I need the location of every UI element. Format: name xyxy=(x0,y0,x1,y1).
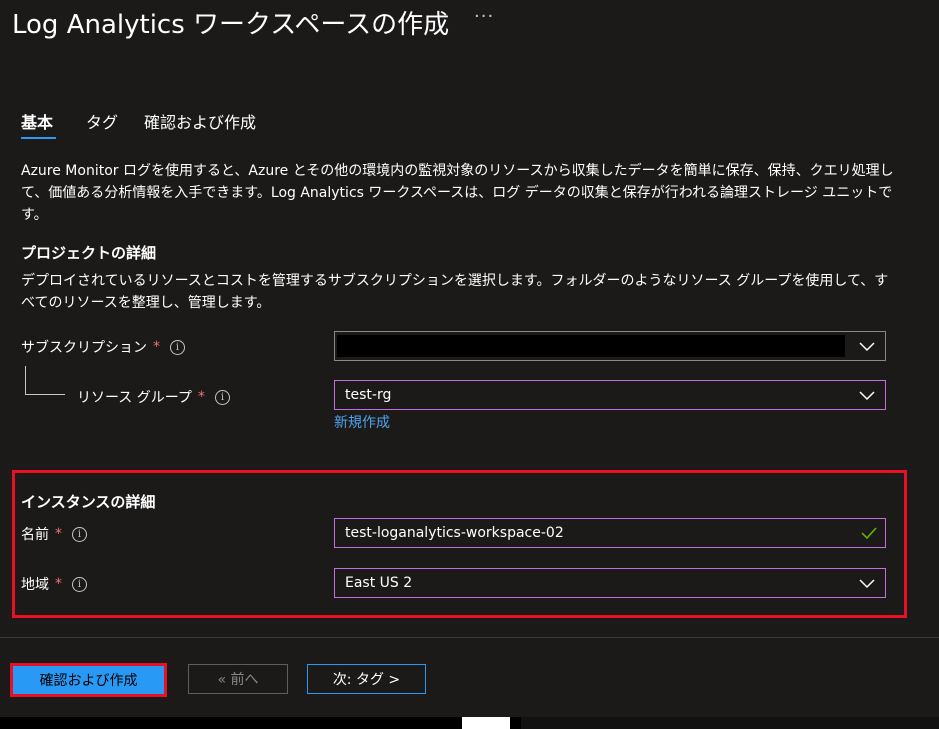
review-create-button[interactable]: 確認および作成 xyxy=(10,663,167,697)
subscription-label: サブスクリプション * i xyxy=(21,337,185,357)
page: Log Analytics ワークスペースの作成 ··· 基本 タグ 確認および… xyxy=(0,0,939,729)
subscription-select[interactable] xyxy=(334,331,886,361)
chevron-down-icon xyxy=(859,579,875,589)
region-label: 地域 * i xyxy=(21,574,87,594)
check-icon xyxy=(861,527,877,540)
resource-group-value: test-rg xyxy=(345,387,392,403)
chevron-down-icon xyxy=(859,391,875,401)
tree-connector-vertical xyxy=(25,366,26,394)
resource-group-select[interactable]: test-rg xyxy=(334,380,886,410)
required-marker: * xyxy=(55,526,62,542)
resource-group-label: リソース グループ * i xyxy=(77,387,230,407)
intro-description: Azure Monitor ログを使用すると、Azure とその他の環境内の監視… xyxy=(21,163,894,223)
taskbar-area xyxy=(521,717,939,729)
chevron-down-icon xyxy=(859,342,875,352)
region-value: East US 2 xyxy=(345,575,413,591)
page-title: Log Analytics ワークスペースの作成 xyxy=(12,10,450,40)
info-icon[interactable]: i xyxy=(72,526,87,542)
more-options-icon[interactable]: ··· xyxy=(474,6,494,27)
create-new-resource-group-link[interactable]: 新規作成 xyxy=(334,412,390,432)
info-icon[interactable]: i xyxy=(214,389,230,405)
next-button[interactable]: 次: タグ > xyxy=(307,664,426,694)
workspace-name-value: test-loganalytics-workspace-02 xyxy=(345,525,564,541)
subscription-label-text: サブスクリプション xyxy=(21,340,147,356)
info-icon[interactable]: i xyxy=(170,339,185,355)
required-marker: * xyxy=(153,339,160,355)
resource-group-label-text: リソース グループ xyxy=(77,390,192,406)
tab-tags[interactable]: タグ xyxy=(86,109,118,133)
name-label: 名前 * i xyxy=(21,524,87,544)
workspace-name-input[interactable]: test-loganalytics-workspace-02 xyxy=(334,518,886,548)
previous-button[interactable]: « 前へ xyxy=(188,664,288,694)
project-details-description: デプロイされているリソースとコストを管理するサブスクリプションを選択します。フォ… xyxy=(21,273,889,311)
region-select[interactable]: East US 2 xyxy=(334,568,886,598)
redacted-subscription-value xyxy=(337,335,845,357)
name-label-text: 名前 xyxy=(21,527,49,543)
project-details-heading: プロジェクトの詳細 xyxy=(21,244,157,262)
active-tab-indicator xyxy=(21,137,56,139)
tab-basics[interactable]: 基本 xyxy=(21,109,53,133)
required-marker: * xyxy=(55,576,62,592)
instance-details-heading: インスタンスの詳細 xyxy=(21,493,156,511)
info-icon[interactable]: i xyxy=(72,576,87,592)
tab-review-create[interactable]: 確認および作成 xyxy=(144,109,256,133)
tree-connector-horizontal xyxy=(25,394,65,395)
region-label-text: 地域 xyxy=(21,577,49,593)
taskbar-window-thumbnail xyxy=(462,717,510,729)
required-marker: * xyxy=(197,389,205,405)
footer-divider xyxy=(0,637,939,638)
